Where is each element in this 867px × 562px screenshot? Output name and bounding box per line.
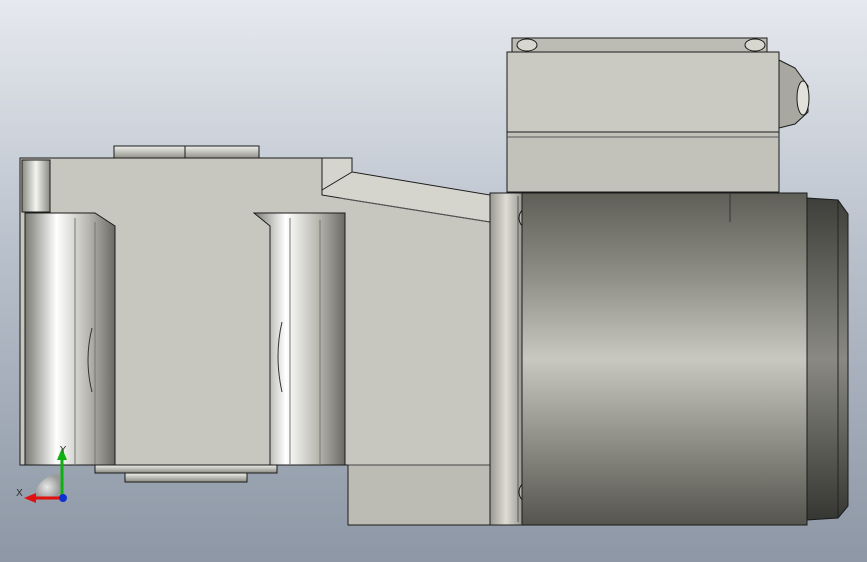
z-axis-dot (59, 494, 67, 502)
x-axis-label: X (16, 488, 23, 499)
gear-motor-model: Y X (16, 37, 849, 526)
motor-body (521, 192, 849, 526)
triad-disc (34, 474, 60, 500)
cad-viewport[interactable]: Y X (0, 0, 867, 562)
gearbox-housing (19, 145, 491, 526)
y-axis-label: Y (59, 445, 67, 456)
